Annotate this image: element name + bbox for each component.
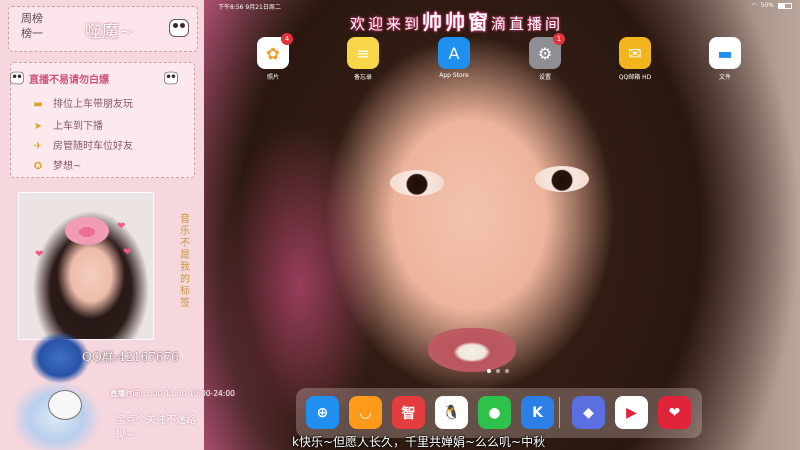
heart-sticker: ❤: [117, 221, 126, 232]
page-indicator: [487, 369, 509, 373]
qq-number: 42167676: [117, 350, 179, 364]
k-app-icon[interactable]: K: [521, 396, 554, 429]
app-photos[interactable]: ✿ 4 照片: [238, 33, 308, 81]
settings-icon: ⚙ 1: [529, 33, 565, 69]
weekly-top-name: 噬魔~: [85, 22, 134, 42]
safari-icon[interactable]: ⊕: [306, 396, 339, 429]
qq-mail-icon: ✉: [619, 37, 651, 69]
rule-item: ✪ 梦想~: [31, 157, 82, 172]
heart-sticker: ❤: [35, 249, 44, 260]
files-icon: ▬: [709, 37, 741, 69]
plane-icon: ✈: [33, 141, 43, 152]
app-label: QQ邮箱 HD: [618, 74, 652, 81]
wechat-icon[interactable]: ●: [478, 396, 511, 429]
game-app-icon[interactable]: ◆: [572, 396, 605, 429]
star-icon: ✪: [33, 161, 43, 172]
battery-percent: 50%: [760, 2, 774, 9]
weekly-title-line2: 榜一: [21, 27, 43, 40]
qq-group-number: QQ群:42167676: [82, 348, 179, 365]
rule-text: 房管随时车位好友: [53, 141, 133, 152]
dock-separator: [559, 397, 560, 428]
vertical-slogan: 音乐不是我的标签: [180, 214, 190, 309]
banner-suffix: 滴直播间: [491, 15, 564, 33]
heart-app-icon[interactable]: ❤: [658, 396, 691, 429]
qq-icon[interactable]: 🐧: [435, 396, 468, 429]
photos-icon: ✿ 4: [257, 33, 293, 69]
app-label: 设置: [538, 74, 551, 81]
panda-icon: [48, 390, 82, 420]
app-files[interactable]: ▬ 文件: [690, 37, 760, 81]
heart-sticker: ❤: [123, 247, 132, 258]
gold-bar-icon: ▬: [33, 99, 43, 110]
stream-hours: 直播时间: 2:00-11:30 19:00-24:00: [110, 388, 235, 399]
follow-slogan: 宝点个关注不迷路呦~: [116, 415, 196, 441]
scrolling-ticker: k快乐~但愿人长久，千里共婵娟~么么叽~中秋: [292, 435, 546, 449]
rule-item: ➤ 上车到下播: [31, 117, 103, 132]
rule-text: 上车到下播: [53, 121, 103, 132]
cow-icon: [164, 71, 178, 85]
status-time: 下午8:56: [218, 4, 244, 11]
app-store-icon: A: [438, 37, 470, 69]
rules-header: 直播不易请勿白嫖: [29, 75, 109, 86]
status-date: 9月21日周二: [245, 4, 281, 11]
qq-label: QQ群:: [82, 350, 118, 364]
badge: 1: [553, 33, 565, 45]
right-eye: [535, 166, 589, 192]
anime-mascot: [0, 318, 110, 450]
badge: 4: [281, 33, 293, 45]
dock: ⊕ ◡ 智 🐧 ● K ◆ ▶ ❤: [296, 388, 702, 438]
banner-prefix: 欢迎来到: [350, 15, 423, 33]
app-settings[interactable]: ⚙ 1 设置: [510, 33, 580, 81]
banner-name: 帅帅窗: [422, 10, 492, 34]
app-qq-mail[interactable]: ✉ QQ邮箱 HD: [600, 37, 670, 81]
weekly-title: 周榜 榜一: [21, 11, 43, 41]
lips: [428, 328, 516, 372]
zhihui-app-icon[interactable]: 智: [392, 396, 425, 429]
app-label: 备忘录: [353, 74, 372, 81]
cow-icon: [10, 71, 24, 85]
smile-app-icon[interactable]: ◡: [349, 396, 382, 429]
app-label: 文件: [718, 74, 731, 81]
app-label: 照片: [266, 74, 279, 81]
rule-text: 梦想~: [53, 161, 82, 172]
rocket-icon: ➤: [33, 121, 43, 132]
cow-icon: [169, 19, 189, 37]
app-label: App Store: [439, 72, 469, 79]
home-screen-apps: ✿ 4 照片 ≡ 备忘录 A App Store ⚙ 1 设置 ✉ QQ邮箱 HD …: [230, 33, 790, 87]
wifi-icon: ◠: [751, 2, 757, 9]
left-eye: [390, 170, 444, 196]
rule-text: 排位上车带朋友玩: [53, 99, 133, 110]
youku-icon[interactable]: ▶: [615, 396, 648, 429]
hours-value: 2:00-11:30 19:00-24:00: [145, 389, 235, 398]
weekly-ranking-card: 周榜 榜一 噬魔~: [8, 6, 198, 52]
rule-item: ▬ 排位上车带朋友玩: [31, 95, 133, 110]
weekly-title-line1: 周榜: [21, 12, 43, 25]
battery-icon: [778, 2, 792, 9]
notes-icon: ≡: [347, 37, 379, 69]
rule-item: ✈ 房管随时车位好友: [31, 137, 133, 152]
hours-label: 直播时间:: [110, 389, 143, 398]
app-app-store[interactable]: A App Store: [419, 37, 489, 79]
stream-rules-card: 直播不易请勿白嫖 ▬ 排位上车带朋友玩 ➤ 上车到下播 ✈ 房管随时车位好友 ✪ 梦想~: [10, 62, 195, 178]
welcome-banner: 欢迎来到帅帅窗滴直播间: [350, 6, 563, 35]
pig-ears-sticker: [65, 217, 109, 245]
stream-overlay-panel: 周榜 榜一 噬魔~ 直播不易请勿白嫖 ▬ 排位上车带朋友玩 ➤ 上车到下播 ✈ 房管随…: [0, 0, 235, 450]
app-notes[interactable]: ≡ 备忘录: [328, 37, 398, 81]
